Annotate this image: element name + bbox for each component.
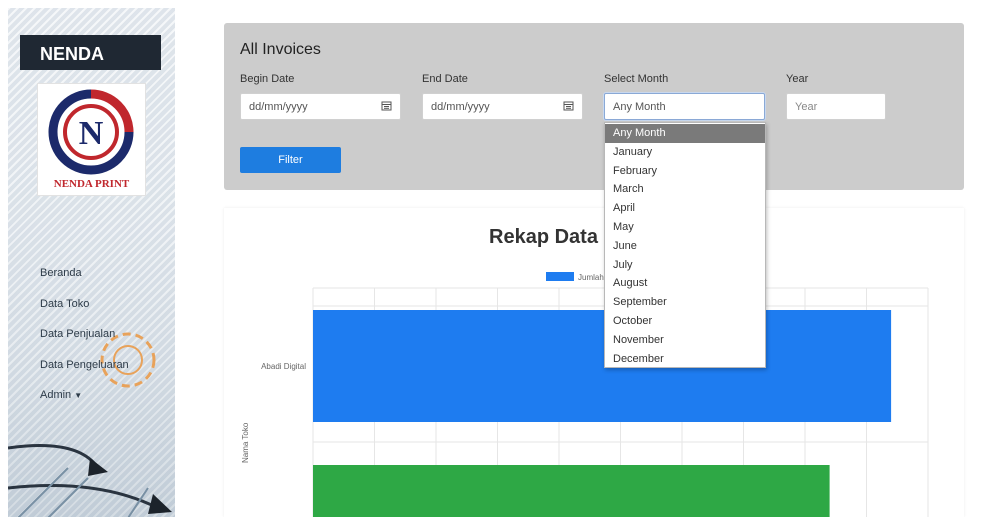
month-option-january[interactable]: January — [605, 143, 765, 162]
month-option-december[interactable]: December — [605, 350, 765, 369]
sidebar-item-data-pengeluaran[interactable]: Data Pengeluaran — [40, 358, 129, 389]
legend-label: Jumlah — [578, 273, 604, 282]
month-option-august[interactable]: August — [605, 274, 765, 293]
month-option-february[interactable]: February — [605, 162, 765, 181]
sidebar-item-data-toko[interactable]: Data Toko — [40, 297, 129, 328]
logo-text: NENDA PRINT — [53, 178, 130, 190]
month-select[interactable]: Any Month — [604, 93, 765, 120]
month-option-june[interactable]: June — [605, 237, 765, 256]
end-date-input[interactable]: dd/mm/yyyy — [422, 93, 583, 120]
select-month-label: Select Month — [604, 73, 669, 85]
company-logo: N NENDA PRINT — [37, 83, 146, 196]
month-option-november[interactable]: November — [605, 331, 765, 350]
end-date-value: dd/mm/yyyy — [431, 101, 490, 113]
calendar-icon[interactable] — [563, 100, 574, 111]
bar-0[interactable] — [313, 310, 892, 422]
month-option-may[interactable]: May — [605, 218, 765, 237]
sidebar-item-admin[interactable]: Admin ▼ — [40, 388, 129, 419]
month-option-september[interactable]: September — [605, 293, 765, 312]
bar-1[interactable] — [313, 465, 830, 517]
begin-date-input[interactable]: dd/mm/yyyy — [240, 93, 401, 120]
category-label: Abadi Digital — [261, 362, 306, 371]
sidebar-item-data-penjualan[interactable]: Data Penjualan — [40, 327, 129, 358]
month-option-any-month[interactable]: Any Month — [605, 124, 765, 143]
begin-date-value: dd/mm/yyyy — [249, 101, 308, 113]
bar-chart: Jumlah Abadi Digital Nama Toko — [241, 272, 929, 517]
year-input[interactable]: Year — [786, 93, 886, 120]
page-title: All Invoices — [240, 41, 321, 58]
year-label: Year — [786, 73, 809, 85]
month-option-october[interactable]: October — [605, 312, 765, 331]
month-option-july[interactable]: July — [605, 256, 765, 275]
month-option-march[interactable]: March — [605, 180, 765, 199]
sidebar-item-beranda[interactable]: Beranda — [40, 266, 129, 297]
brand-title[interactable]: NENDA — [20, 35, 161, 70]
month-dropdown-list: Any Month January February March April May Jun… — [604, 122, 766, 368]
invoice-filter-panel: All Invoices Begin Date dd/mm/yyyy End D… — [224, 23, 964, 190]
year-placeholder: Year — [795, 101, 818, 113]
caret-down-icon: ▼ — [74, 391, 83, 400]
month-select-value: Any Month — [613, 101, 666, 113]
y-axis-label: Nama Toko — [241, 422, 250, 463]
end-date-label: End Date — [422, 73, 468, 85]
sidebar-item-admin-label: Admin — [40, 389, 72, 401]
page: NENDA N NENDA PRINT Beranda Data Toko Da… — [0, 0, 1006, 517]
month-option-april[interactable]: April — [605, 199, 765, 218]
tech-decoration — [8, 444, 172, 517]
filter-button[interactable]: Filter — [240, 147, 341, 173]
chart-panel: Rekap Data Jumlah Abadi Digital Nama Tok… — [224, 208, 964, 517]
calendar-icon[interactable] — [381, 100, 392, 111]
begin-date-label: Begin Date — [240, 73, 295, 85]
sidebar-nav: Beranda Data Toko Data Penjualan Data Pe… — [40, 266, 129, 419]
legend-swatch — [546, 272, 574, 281]
logo-emblem-icon: N — [48, 89, 134, 175]
svg-text:N: N — [79, 115, 104, 152]
